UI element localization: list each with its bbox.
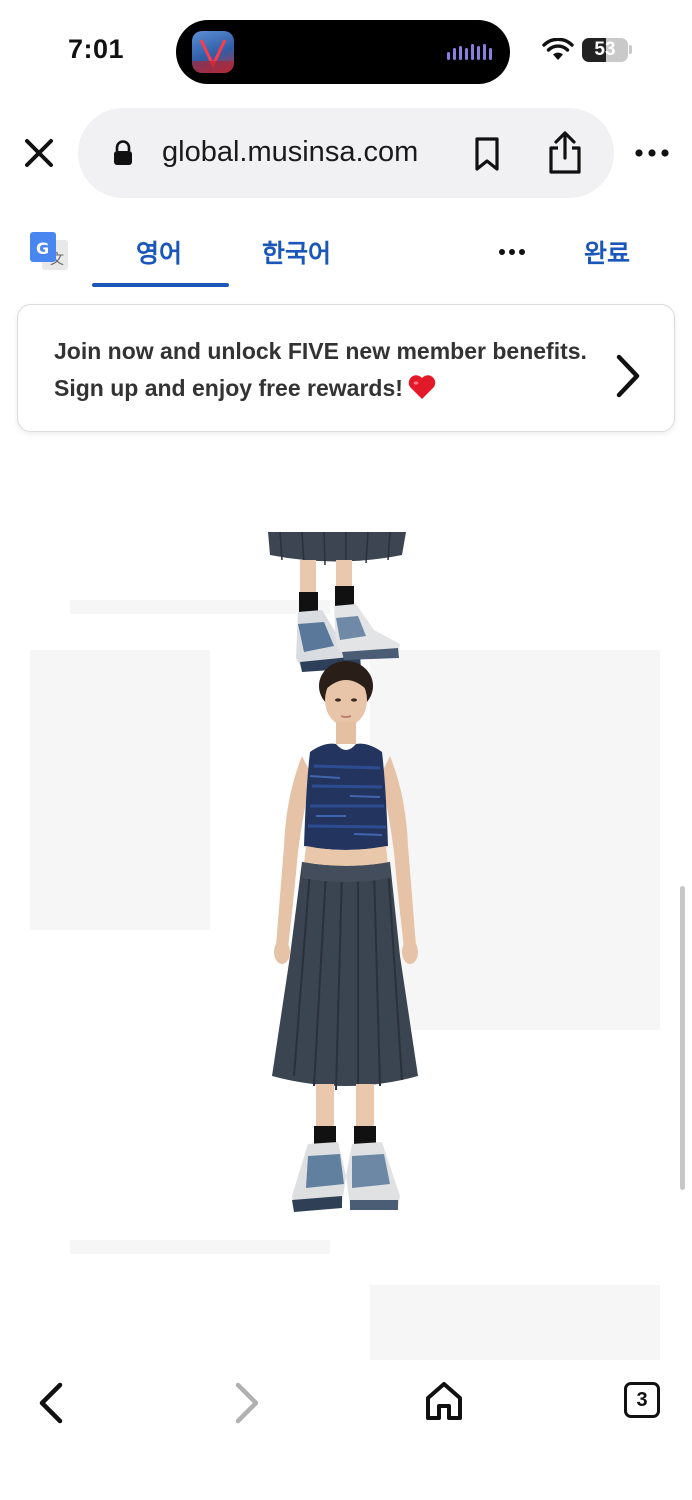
status-time: 7:01 <box>68 34 125 64</box>
bookmark-icon[interactable] <box>472 136 502 172</box>
active-tab-indicator <box>92 283 229 287</box>
share-icon[interactable] <box>545 130 585 176</box>
tab-english[interactable]: 영어 <box>136 234 182 270</box>
page-content <box>0 300 692 1360</box>
app-icon <box>192 31 234 73</box>
back-icon[interactable] <box>36 1382 66 1424</box>
forward-icon[interactable] <box>232 1382 262 1424</box>
wifi-icon <box>542 38 574 60</box>
banner-text: Join now and unlock FIVE new member bene… <box>54 333 594 407</box>
signup-banner[interactable]: Join now and unlock FIVE new member bene… <box>17 304 675 432</box>
translate-more-icon[interactable] <box>498 248 526 256</box>
tab-korean[interactable]: 한국어 <box>262 234 331 270</box>
product-image-main[interactable] <box>250 656 430 1216</box>
tabs-button[interactable]: 3 <box>624 1382 660 1418</box>
faint-text-block <box>370 1285 660 1360</box>
heart-icon <box>408 375 436 399</box>
banner-message: Join now and unlock FIVE new member bene… <box>54 338 587 401</box>
translate-done-button[interactable]: 완료 <box>584 234 630 270</box>
chevron-right-icon[interactable] <box>614 353 642 399</box>
url-text[interactable]: global.musinsa.com <box>162 136 418 169</box>
google-translate-icon: 文 G <box>30 232 68 270</box>
svg-text:G: G <box>36 239 49 258</box>
more-icon[interactable] <box>634 148 670 158</box>
lock-icon <box>114 140 132 165</box>
faint-text-block <box>70 1240 330 1254</box>
battery-percent: 53 <box>594 39 616 60</box>
battery-nub <box>629 45 632 54</box>
close-icon[interactable] <box>20 134 58 172</box>
audio-wave-icon <box>447 44 492 60</box>
bottom-toolbar: 3 <box>0 1360 692 1500</box>
dynamic-island <box>176 20 510 84</box>
faint-text-block <box>30 650 210 930</box>
scrollbar[interactable] <box>680 886 685 1190</box>
home-icon[interactable] <box>424 1380 464 1422</box>
status-bar: 7:01 53 <box>0 0 692 100</box>
battery-icon: 53 <box>582 38 628 62</box>
product-image-top[interactable] <box>240 400 420 680</box>
